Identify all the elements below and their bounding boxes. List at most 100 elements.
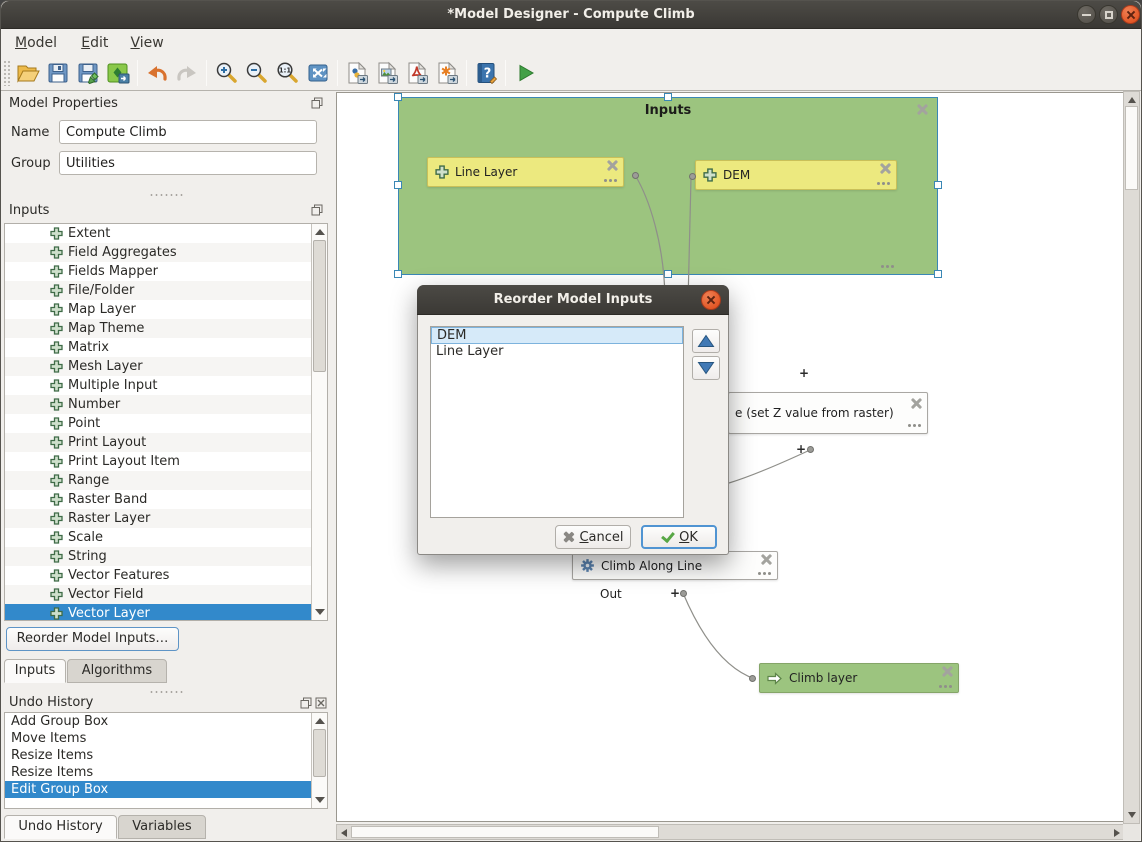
- inputs-list-scrollbar[interactable]: [311, 224, 327, 620]
- list-item[interactable]: Raster Layer: [5, 509, 311, 528]
- close-panel-icon[interactable]: [315, 697, 327, 709]
- connector-dot[interactable]: [689, 173, 696, 180]
- list-item[interactable]: File/Folder: [5, 281, 311, 300]
- close-button[interactable]: [1121, 5, 1140, 24]
- move-up-button[interactable]: [692, 329, 720, 353]
- scrollbar-thumb[interactable]: [351, 826, 659, 838]
- tab-algorithms[interactable]: Algorithms: [67, 659, 167, 683]
- zoom-out-button[interactable]: [241, 58, 271, 88]
- more-options-icon[interactable]: [758, 572, 772, 575]
- undo-item[interactable]: Add Group Box: [5, 713, 311, 730]
- list-item[interactable]: Print Layout Item: [5, 452, 311, 471]
- list-item[interactable]: Extent: [5, 224, 311, 243]
- open-model-button[interactable]: [13, 58, 43, 88]
- tab-variables[interactable]: Variables: [118, 815, 206, 839]
- titlebar[interactable]: *Model Designer - Compute Climb: [1, 1, 1141, 29]
- reorder-model-inputs-button[interactable]: Reorder Model Inputs…: [6, 627, 179, 651]
- delete-node-icon[interactable]: [880, 163, 891, 174]
- expand-plus[interactable]: +: [670, 586, 680, 600]
- dialog-titlebar[interactable]: Reorder Model Inputs: [417, 285, 729, 315]
- float-panel-icon[interactable]: [311, 204, 323, 216]
- connector-dot[interactable]: [632, 172, 639, 179]
- node-dem[interactable]: DEM: [695, 160, 897, 190]
- scroll-left-icon[interactable]: [341, 829, 347, 837]
- move-down-button[interactable]: [692, 356, 720, 380]
- group-input[interactable]: [59, 151, 317, 175]
- scroll-up-icon[interactable]: [315, 718, 325, 724]
- list-item[interactable]: Raster Band: [5, 490, 311, 509]
- connector-dot[interactable]: [807, 446, 814, 453]
- more-options-icon[interactable]: [908, 424, 922, 427]
- panel-splitter[interactable]: [149, 193, 183, 197]
- zoom-full-button[interactable]: [303, 58, 333, 88]
- tab-undo-history[interactable]: Undo History: [4, 815, 117, 839]
- minimize-button[interactable]: [1077, 5, 1096, 24]
- delete-node-icon[interactable]: [761, 554, 772, 565]
- node-drape[interactable]: e (set Z value from raster): [728, 392, 928, 434]
- list-item[interactable]: Vector Field: [5, 585, 311, 604]
- maximize-button[interactable]: [1099, 5, 1118, 24]
- scroll-down-icon[interactable]: [315, 609, 325, 615]
- list-item[interactable]: Multiple Input: [5, 376, 311, 395]
- name-input[interactable]: [59, 120, 317, 144]
- ok-button[interactable]: OK: [641, 525, 717, 549]
- list-item[interactable]: Mesh Layer: [5, 357, 311, 376]
- node-climb-layer[interactable]: Climb layer: [759, 663, 959, 693]
- list-item[interactable]: Map Layer: [5, 300, 311, 319]
- save-model-as-button[interactable]: [73, 58, 103, 88]
- export-model-image-button[interactable]: [103, 58, 133, 88]
- model-canvas[interactable]: Inputs Line Layer: [336, 92, 1124, 822]
- list-item[interactable]: Field Aggregates: [5, 243, 311, 262]
- list-item[interactable]: Number: [5, 395, 311, 414]
- list-item[interactable]: Range: [5, 471, 311, 490]
- undo-item[interactable]: Resize Items: [5, 764, 311, 781]
- scroll-down-icon[interactable]: [315, 797, 325, 803]
- list-item-selected[interactable]: Vector Layer: [5, 604, 311, 620]
- undo-button[interactable]: [142, 58, 172, 88]
- toolbar-grip[interactable]: [3, 60, 10, 86]
- float-panel-icon[interactable]: [300, 697, 312, 709]
- export-as-pdf-button[interactable]: [402, 58, 432, 88]
- run-model-button[interactable]: [510, 58, 540, 88]
- help-button[interactable]: ?: [471, 58, 501, 88]
- export-as-svg-button[interactable]: [432, 58, 462, 88]
- save-model-button[interactable]: [43, 58, 73, 88]
- canvas-horizontal-scrollbar[interactable]: [336, 824, 1125, 840]
- list-item[interactable]: Print Layout: [5, 433, 311, 452]
- zoom-actual-button[interactable]: 1:1: [271, 58, 303, 88]
- redo-button[interactable]: [172, 58, 202, 88]
- node-line-layer[interactable]: Line Layer: [427, 157, 624, 187]
- cancel-button[interactable]: Cancel: [555, 525, 631, 549]
- export-as-image-button[interactable]: [372, 58, 402, 88]
- expand-plus[interactable]: +: [796, 442, 806, 456]
- list-item[interactable]: Scale: [5, 528, 311, 547]
- more-options-icon[interactable]: [604, 179, 618, 182]
- undo-list-scrollbar[interactable]: [311, 713, 327, 808]
- float-panel-icon[interactable]: [311, 97, 323, 109]
- canvas-vertical-scrollbar[interactable]: [1123, 91, 1140, 824]
- list-item[interactable]: Matrix: [5, 338, 311, 357]
- connector-dot[interactable]: [749, 675, 756, 682]
- menu-edit[interactable]: Edit: [75, 33, 114, 53]
- list-item[interactable]: Fields Mapper: [5, 262, 311, 281]
- scrollbar-thumb[interactable]: [1125, 106, 1138, 190]
- menu-view[interactable]: View: [124, 33, 169, 53]
- delete-node-icon[interactable]: [911, 398, 922, 409]
- scroll-right-icon[interactable]: [1114, 829, 1120, 837]
- scroll-down-icon[interactable]: [1128, 812, 1136, 818]
- node-climb-along-line[interactable]: Climb Along Line: [572, 551, 778, 580]
- expand-plus[interactable]: +: [799, 366, 809, 380]
- export-as-python-button[interactable]: [342, 58, 372, 88]
- more-options-icon[interactable]: [939, 685, 953, 688]
- list-item[interactable]: Map Theme: [5, 319, 311, 338]
- undo-item[interactable]: Resize Items: [5, 747, 311, 764]
- delete-node-icon[interactable]: [607, 160, 618, 171]
- dialog-close-button[interactable]: [701, 290, 721, 310]
- connector-dot[interactable]: [680, 590, 687, 597]
- scroll-up-icon[interactable]: [315, 229, 325, 235]
- list-item[interactable]: Vector Features: [5, 566, 311, 585]
- undo-item[interactable]: Move Items: [5, 730, 311, 747]
- more-options-icon[interactable]: [877, 182, 891, 185]
- scrollbar-thumb[interactable]: [313, 729, 326, 777]
- dialog-list-item-selected[interactable]: DEM: [431, 327, 683, 344]
